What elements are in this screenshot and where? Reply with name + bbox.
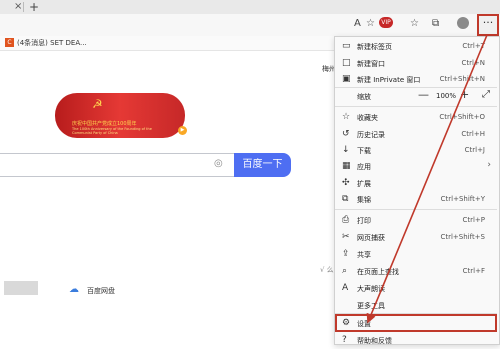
annotation-arrow — [366, 34, 488, 324]
